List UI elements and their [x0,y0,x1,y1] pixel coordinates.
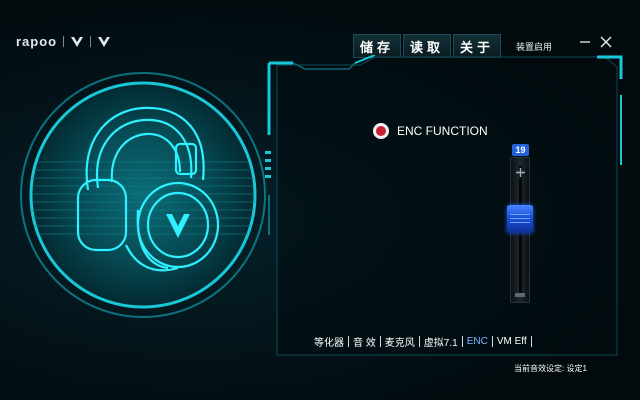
slider-thumb[interactable] [507,205,533,233]
logo-brand-text: rapoo [16,34,58,49]
device-enable-link[interactable]: 装置启用 [516,40,552,53]
slider-base [515,293,525,297]
tab-vm-effects[interactable]: VM Eff [493,336,531,347]
tab-virtual-7-1[interactable]: 虚拟7.1 [420,334,462,349]
feature-tabs: 等化器 音 效 麦克风 虚拟7.1 ENC VM Eff [310,334,532,349]
content-panel-frame [265,55,623,356]
current-preset-status: 当前音效设定: 设定1 [514,364,587,373]
thumb-grip [510,214,530,215]
slider-value-badge: 19 [512,144,529,156]
radio-selected-dot [376,126,386,136]
logo-separator [63,36,65,47]
minimize-icon[interactable] [578,35,592,49]
thumb-grip [510,218,530,219]
tab-enc[interactable]: ENC [463,336,492,347]
tab-separator [530,336,532,347]
tab-equalizer[interactable]: 等化器 [310,334,348,349]
enc-function-option[interactable]: ENC FUNCTION [373,123,488,139]
enc-function-label: ENC FUNCTION [397,124,488,138]
tab-microphone[interactable]: 麦克风 [381,334,419,349]
logo-mark-icon [98,36,111,47]
enc-radio-button[interactable] [373,123,389,139]
logo-separator [90,36,92,47]
logo-mark-icon [71,36,84,47]
tab-sound-effects[interactable]: 音 效 [349,334,380,349]
brand-logo: rapoo [16,34,111,49]
headset-illustration [20,72,266,318]
close-icon[interactable] [599,35,613,49]
thumb-grip [510,222,530,223]
plus-icon[interactable] [516,168,525,177]
app-window: rapoo 储存 读取 关于 装置启用 ENC FUNCTION 19 等化器 … [0,0,640,400]
